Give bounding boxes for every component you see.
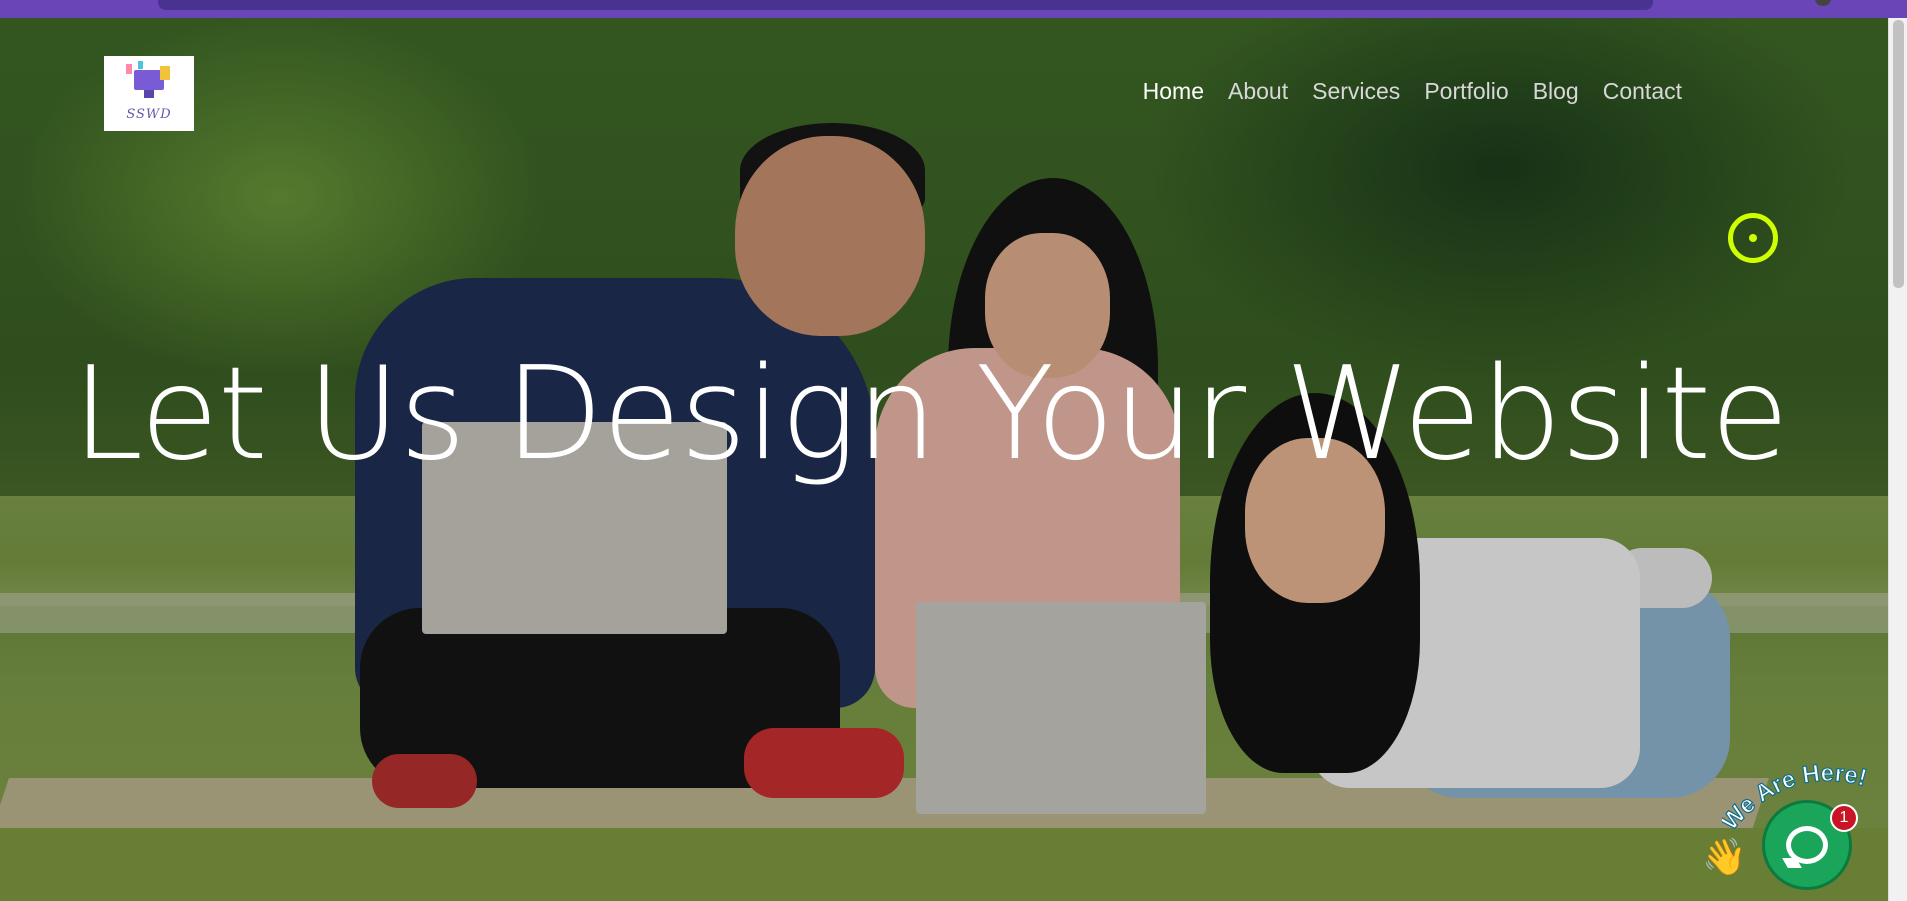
logo-graphic [160, 66, 170, 80]
chat-bubble-icon [1786, 826, 1828, 864]
hero-headline: Let Us Design Your Website [71, 340, 1789, 489]
chat-widget: We Are Here! 👋 1 [1700, 752, 1890, 901]
cursor-ring-icon [1728, 213, 1778, 263]
hero-section: SSWD Home About Services Portfolio Blog … [0, 18, 1888, 901]
site-logo[interactable]: SSWD [104, 56, 194, 131]
logo-graphic [126, 64, 132, 74]
logo-graphic [138, 61, 143, 69]
nav-about[interactable]: About [1228, 78, 1288, 105]
chat-unread-badge: 1 [1830, 804, 1858, 832]
waving-hand-icon: 👋 [1702, 837, 1747, 878]
browser-address-bar[interactable] [158, 0, 1653, 10]
nav-contact[interactable]: Contact [1603, 78, 1682, 105]
main-nav: Home About Services Portfolio Blog Conta… [1143, 78, 1682, 105]
scrollbar-thumb[interactable] [1893, 20, 1904, 288]
nav-home[interactable]: Home [1143, 78, 1204, 105]
logo-graphic [144, 90, 154, 98]
logo-text: SSWD [126, 107, 172, 122]
cursor-dot-icon [1749, 234, 1757, 242]
profile-avatar[interactable] [1815, 0, 1831, 6]
nav-services[interactable]: Services [1312, 78, 1400, 105]
nav-blog[interactable]: Blog [1533, 78, 1579, 105]
browser-top-bar [0, 0, 1907, 18]
page-scrollbar[interactable] [1888, 18, 1907, 901]
nav-portfolio[interactable]: Portfolio [1424, 78, 1508, 105]
